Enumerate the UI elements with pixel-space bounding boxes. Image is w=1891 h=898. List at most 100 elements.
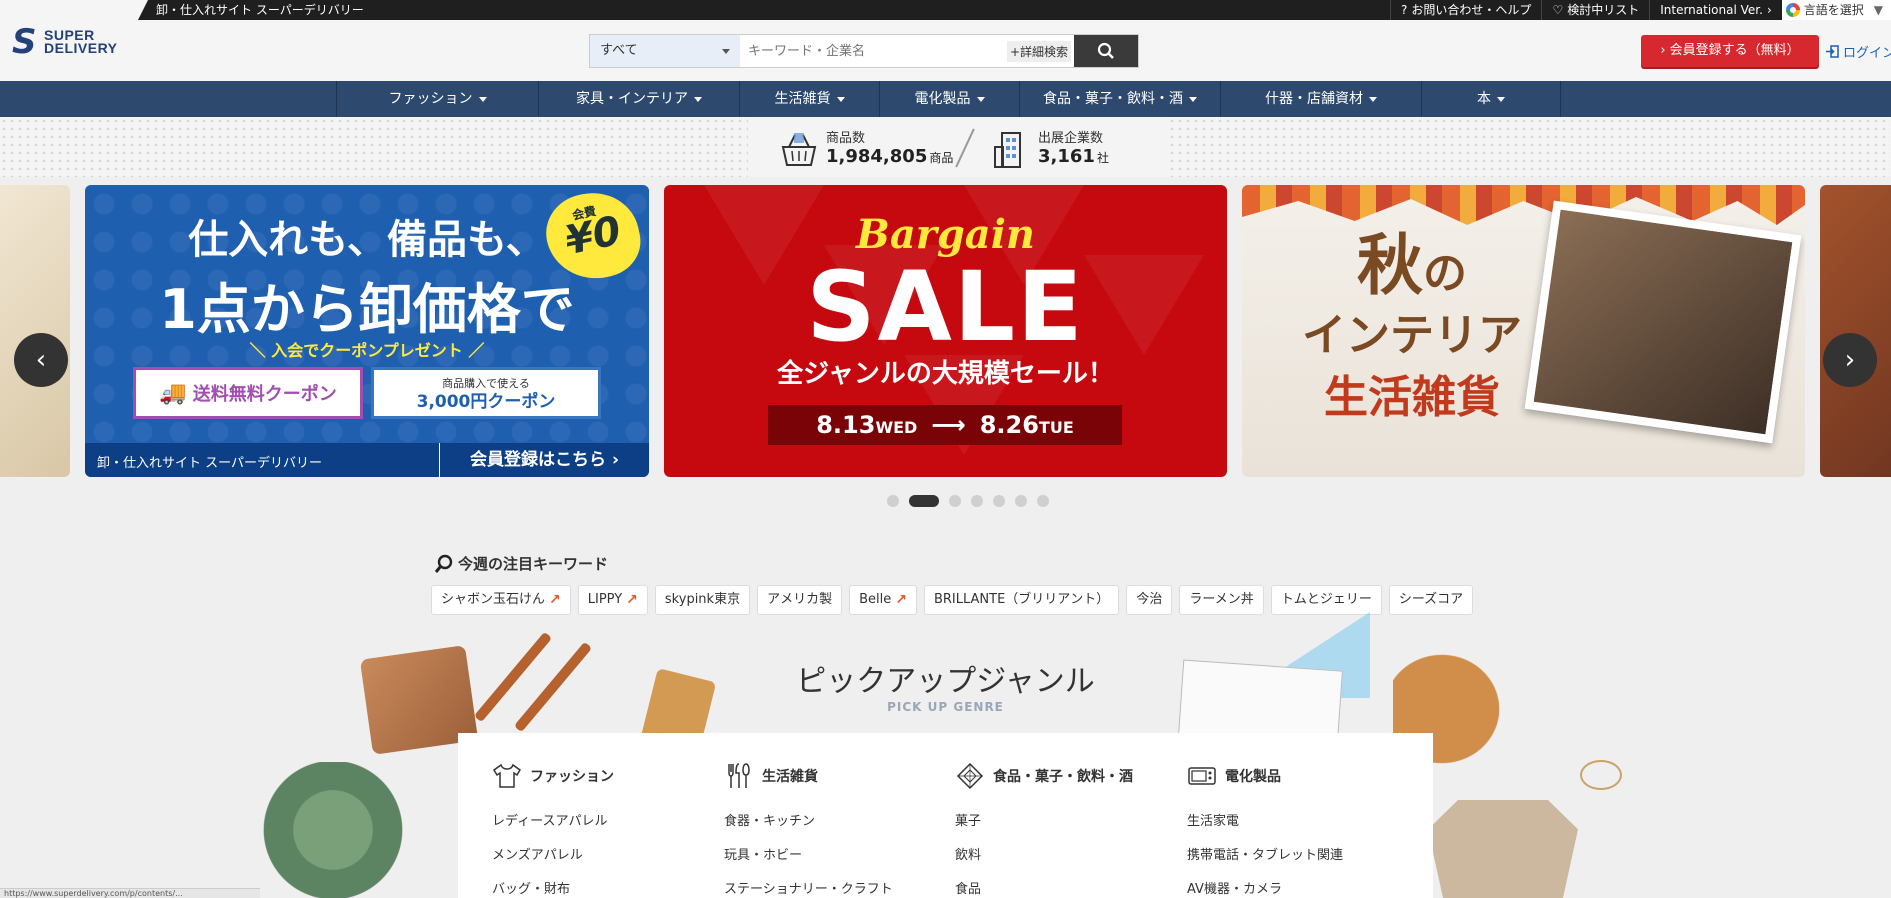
top-links: ? お問い合わせ・ヘルプ ♡ 検討中リスト International Ver.… (1390, 0, 1891, 20)
keyword-chip[interactable]: Belle ↗ (849, 585, 917, 615)
keyword-chip[interactable]: BRILLANTE（ブリリアント） (923, 585, 1120, 615)
nav-item-household[interactable]: 生活雑貨 (739, 81, 879, 117)
keyword-label: シャボン玉石けん (441, 592, 546, 607)
banner-membership[interactable]: 仕入れも、備品も、 1点から卸価格で 会費 ¥0 ＼ 入会でクーポンプレゼント … (85, 185, 649, 477)
genre-link[interactable]: バッグ・財布 (492, 873, 722, 898)
pickup-genre-subtitle: PICK UP GENRE (887, 700, 1004, 714)
logo-text: SUPER DELIVERY (44, 28, 118, 55)
caret-down-icon (1497, 96, 1505, 102)
genre-head-label: 生活雑貨 (762, 769, 818, 785)
genre-link[interactable]: AV機器・カメラ (1187, 873, 1417, 898)
genre-link[interactable]: メンズアパレル (492, 839, 722, 873)
genre-head-electronics[interactable]: 電化製品 (1187, 761, 1417, 791)
genre-link[interactable]: 携帯電話・タブレット関連 (1187, 839, 1417, 873)
google-icon (1785, 3, 1800, 17)
nav-item-fashion[interactable]: ファッション (336, 81, 538, 117)
search-button[interactable] (1074, 35, 1138, 67)
carousel-dot[interactable] (1037, 495, 1049, 507)
carousel-dot[interactable] (949, 495, 961, 507)
keyword-label: LIPPY (587, 592, 623, 607)
carousel-dot[interactable] (1015, 495, 1027, 507)
keyword-label: Belle (859, 592, 892, 607)
carousel-dot[interactable] (971, 495, 983, 507)
sweater-image (1428, 800, 1578, 898)
keyword-chip[interactable]: シャボン玉石けん ↗ (431, 585, 571, 615)
utensils-icon (728, 763, 750, 788)
succulent-image (262, 762, 404, 898)
banner-partial-left[interactable] (0, 185, 70, 477)
login-link[interactable]: ログイン (1826, 42, 1891, 61)
sale-date-start: 8.13 (816, 411, 876, 439)
keyword-label: skypink東京 (664, 592, 741, 607)
genre-head-fashion[interactable]: ファッション (492, 761, 722, 791)
language-select[interactable]: 言語を選択 ▼ (1781, 0, 1891, 20)
genre-link[interactable]: 飲料 (955, 839, 1185, 873)
nav-item-books[interactable]: 本 (1421, 81, 1561, 117)
banner-autumn[interactable]: 秋の インテリア 生活雑貨 (1242, 185, 1805, 477)
browser-status-url: https://www.superdelivery.com/p/contents… (0, 888, 260, 898)
sale-headline: SALE (806, 251, 1085, 363)
carousel-dot-active[interactable] (909, 495, 939, 507)
carousel-dot[interactable] (993, 495, 1005, 507)
genre-head-household[interactable]: 生活雑貨 (724, 761, 954, 791)
autumn-goods: 生活雑貨 (1324, 372, 1500, 423)
keyword-chip[interactable]: トムとジェリー (1270, 585, 1382, 615)
trending-keywords-label: 今週の注目キーワード (458, 555, 609, 573)
genre-head-food[interactable]: 食品・菓子・飲料・酒 (955, 761, 1185, 791)
shirt-icon (493, 763, 521, 788)
login-label: ログイン (1843, 46, 1891, 61)
trend-up-icon: ↗ (626, 592, 638, 608)
chevron-right-icon: › (1844, 345, 1856, 375)
product-count: 商品数 1,984,805 商品 (780, 129, 953, 169)
company-count-unit: 社 (1096, 150, 1109, 165)
genre-link[interactable]: 玩具・ホビー (724, 839, 954, 873)
genre-link[interactable]: 食品 (955, 873, 1185, 898)
genre-link[interactable]: 菓子 (955, 805, 1185, 839)
genre-link[interactable]: 生活家電 (1187, 805, 1417, 839)
genre-column-household: 生活雑貨 食器・キッチン 玩具・ホビー ステーショナリー・クラフト (724, 761, 954, 898)
genre-link[interactable]: 食器・キッチン (724, 805, 954, 839)
register-button[interactable]: › 会員登録する（無料） (1641, 35, 1819, 67)
trend-up-icon: ↗ (549, 592, 561, 608)
caret-down-icon (836, 96, 845, 102)
banner-footer-site: 卸・仕入れサイト スーパーデリバリー (97, 456, 323, 471)
company-count-label: 出展企業数 (1038, 130, 1104, 146)
keyword-chip[interactable]: アメリカ製 (757, 585, 843, 615)
keyword-chip[interactable]: LIPPY ↗ (577, 585, 648, 615)
banner-register-link[interactable]: 会員登録はこちら › (439, 443, 649, 477)
keyword-chip[interactable]: シーズコア (1388, 585, 1474, 615)
discount-coupon-small: 商品購入で使える (442, 377, 530, 390)
stats-bar: 商品数 1,984,805 商品 出展企業数 3,161 社 (0, 117, 1891, 177)
carousel-dot[interactable] (887, 495, 899, 507)
banner-sale[interactable]: Bargain SALE 全ジャンルの大規模セール！ 8.13WED ⟶ 8.2… (664, 185, 1227, 477)
keyword-chip[interactable]: 今治 (1126, 585, 1173, 615)
keyword-chip[interactable]: skypink東京 (654, 585, 751, 615)
international-link[interactable]: International Ver. › (1649, 0, 1782, 20)
carousel-prev-button[interactable]: ‹ (14, 333, 68, 387)
keyword-chip[interactable]: ラーメン丼 (1179, 585, 1264, 615)
wishlist-link[interactable]: ♡ 検討中リスト (1541, 0, 1649, 20)
trend-up-icon: ↗ (895, 592, 907, 608)
genre-link[interactable]: レディースアパレル (492, 805, 722, 839)
autumn-no: の (1423, 248, 1467, 299)
keyword-label: トムとジェリー (1280, 592, 1372, 607)
carousel-dots (0, 495, 1891, 509)
basket-icon (781, 133, 817, 166)
nav-item-electronics[interactable]: 電化製品 (879, 81, 1019, 117)
banner-partial-right[interactable] (1820, 185, 1891, 477)
nav-item-food[interactable]: 食品・菓子・飲料・酒 (1019, 81, 1220, 117)
banner-membership-footer: 卸・仕入れサイト スーパーデリバリー 会員登録はこちら › (85, 443, 649, 477)
help-link[interactable]: ? お問い合わせ・ヘルプ (1390, 0, 1541, 20)
genre-link[interactable]: ステーショナリー・クラフト (724, 873, 954, 898)
advanced-search-label: +詳細検索 (1006, 40, 1072, 62)
nav-item-fixtures[interactable]: 什器・店舗資材 (1220, 81, 1421, 117)
nav-item-furniture[interactable]: 家具・インテリア (538, 81, 739, 117)
food-icon (956, 762, 984, 790)
keyword-label: アメリカ製 (767, 592, 833, 607)
search-category-select[interactable]: すべて (590, 35, 740, 67)
search-input[interactable] (740, 35, 1004, 67)
carousel-next-button[interactable]: › (1823, 333, 1877, 387)
site-logo[interactable]: S SUPER DELIVERY (12, 25, 118, 59)
advanced-search-button[interactable]: +詳細検索 (1004, 35, 1074, 67)
autumn-leaves-decoration (1242, 185, 1805, 225)
